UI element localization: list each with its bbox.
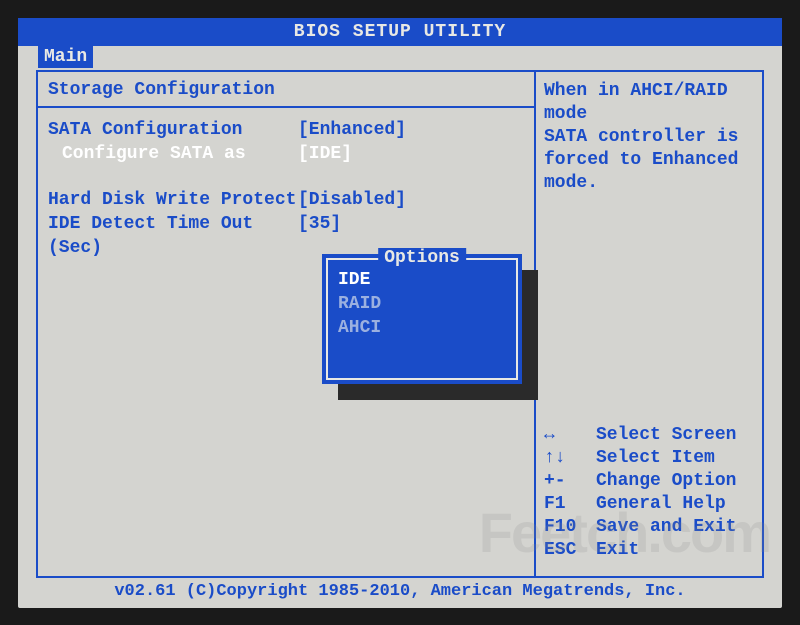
legend-desc: Change Option: [596, 470, 736, 493]
legend-key: +-: [544, 470, 596, 493]
legend-desc: Exit: [596, 539, 639, 562]
popup-item-ahci[interactable]: AHCI: [338, 316, 506, 340]
legend-general-help: F1 General Help: [544, 493, 754, 516]
label-write-protect: Hard Disk Write Protect: [48, 188, 298, 212]
legend-exit: ESC Exit: [544, 539, 754, 562]
separator: [38, 106, 534, 108]
value-configure-as: [IDE]: [298, 142, 352, 166]
help-line: forced to Enhanced: [544, 149, 754, 172]
main-frame: Storage Configuration SATA Configuration…: [36, 70, 764, 578]
tab-row: Main: [18, 46, 782, 68]
section-title: Storage Configuration: [48, 80, 524, 100]
label-sata-config: SATA Configuration: [48, 118, 298, 142]
bios-screen: BIOS SETUP UTILITY Main Storage Configur…: [18, 18, 782, 608]
row-configure-sata-as[interactable]: Configure SATA as [IDE]: [48, 142, 524, 166]
tab-main[interactable]: Main: [38, 46, 93, 68]
popup-title: Options: [378, 248, 466, 268]
legend-desc: Save and Exit: [596, 516, 736, 539]
spacer: [48, 166, 524, 188]
left-panel: Storage Configuration SATA Configuration…: [38, 72, 536, 576]
legend: ↔ Select Screen ↑↓ Select Item +- Change…: [544, 424, 754, 562]
value-ide-timeout: [35]: [298, 212, 341, 260]
help-line: When in AHCI/RAID mode: [544, 80, 754, 126]
legend-desc: Select Screen: [596, 424, 736, 447]
legend-desc: General Help: [596, 493, 726, 516]
legend-change-option: +- Change Option: [544, 470, 754, 493]
help-line: SATA controller is: [544, 126, 754, 149]
legend-select-item: ↑↓ Select Item: [544, 447, 754, 470]
popup-item-raid[interactable]: RAID: [338, 292, 506, 316]
label-ide-timeout: IDE Detect Time Out (Sec): [48, 212, 298, 260]
title-bar: BIOS SETUP UTILITY: [18, 18, 782, 46]
right-panel: When in AHCI/RAID mode SATA controller i…: [536, 72, 762, 576]
legend-desc: Select Item: [596, 447, 715, 470]
legend-key: ESC: [544, 539, 596, 562]
row-sata-configuration[interactable]: SATA Configuration [Enhanced]: [48, 118, 524, 142]
value-sata-config: [Enhanced]: [298, 118, 406, 142]
legend-key: F1: [544, 493, 596, 516]
popup-item-ide[interactable]: IDE: [338, 268, 506, 292]
legend-key: ↔: [544, 424, 596, 447]
title-text: BIOS SETUP UTILITY: [294, 22, 506, 42]
legend-save-exit: F10 Save and Exit: [544, 516, 754, 539]
popup-items: IDE RAID AHCI: [328, 260, 516, 344]
label-configure-as: Configure SATA as: [48, 142, 298, 166]
legend-key: F10: [544, 516, 596, 539]
popup-frame: Options IDE RAID AHCI: [326, 258, 518, 380]
options-popup: Options IDE RAID AHCI: [322, 254, 522, 384]
help-line: mode.: [544, 172, 754, 195]
footer: v02.61 (C)Copyright 1985-2010, American …: [18, 582, 782, 601]
value-write-protect: [Disabled]: [298, 188, 406, 212]
help-text: When in AHCI/RAID mode SATA controller i…: [544, 80, 754, 195]
row-write-protect[interactable]: Hard Disk Write Protect [Disabled]: [48, 188, 524, 212]
legend-key: ↑↓: [544, 447, 596, 470]
legend-select-screen: ↔ Select Screen: [544, 424, 754, 447]
